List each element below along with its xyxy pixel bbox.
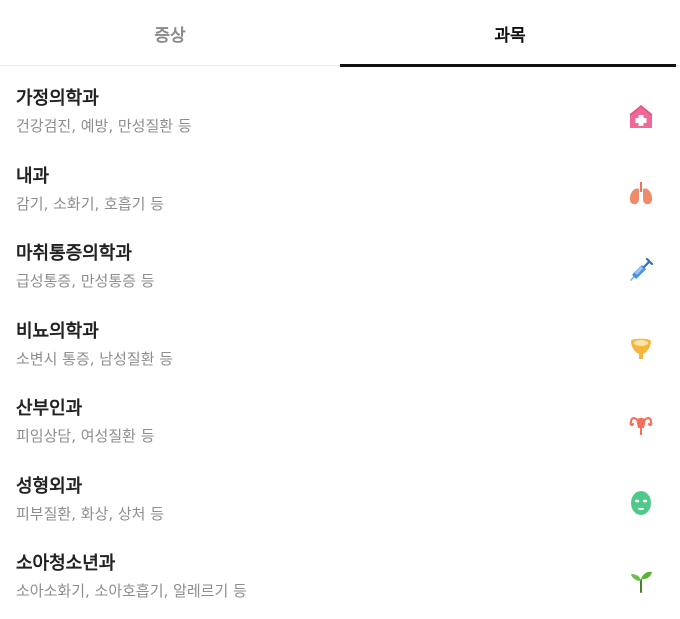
tab-departments[interactable]: 과목 [340,0,680,67]
sprout-icon [626,565,656,595]
department-desc: 감기, 소화기, 호흡기 등 [16,194,165,213]
department-desc: 소변시 통증, 남성질환 등 [16,349,174,368]
syringe-icon [626,255,656,285]
department-list: 가정의학과 건강검진, 예방, 만성질환 등 내과 감기, 소화기, 호흡기 등 [0,66,680,609]
list-item[interactable]: 내과 감기, 소화기, 호흡기 등 [0,144,680,222]
department-title: 마취통증의학과 [16,243,132,264]
tab-label: 과목 [494,25,526,46]
department-title: 소아청소년과 [16,553,116,574]
tab-symptoms[interactable]: 증상 [0,0,340,66]
department-title: 내과 [16,165,50,187]
department-desc: 피부질환, 화상, 상처 등 [16,504,165,523]
department-title: 산부인과 [16,398,83,419]
department-desc: 피임상담, 여성질환 등 [16,427,155,445]
bladder-icon [626,333,656,363]
department-desc: 소아소화기, 소아호흡기, 알레르기 등 [16,582,247,600]
tab-label: 증상 [154,25,186,46]
department-title: 가정의학과 [16,88,99,109]
list-item[interactable]: 소아청소년과 소아소화기, 소아호흡기, 알레르기 등 [0,531,680,609]
face-mask-icon [626,488,656,518]
list-item[interactable]: 비뇨의학과 소변시 통증, 남성질환 등 [0,299,680,377]
department-title: 비뇨의학과 [16,320,99,342]
list-item[interactable]: 성형외과 피부질환, 화상, 상처 등 [0,454,680,532]
department-title: 성형외과 [16,475,83,497]
tab-bar: 증상 과목 [0,0,680,67]
list-item[interactable]: 산부인과 피임상담, 여성질환 등 [0,376,680,454]
department-desc: 건강검진, 예방, 만성질환 등 [16,117,192,135]
lungs-icon [626,178,656,208]
list-item[interactable]: 가정의학과 건강검진, 예방, 만성질환 등 [0,66,680,144]
list-item[interactable]: 마취통증의학과 급성통증, 만성통증 등 [0,221,680,299]
hospital-icon [626,102,656,132]
uterus-icon [626,410,656,440]
department-desc: 급성통증, 만성통증 등 [16,272,155,290]
